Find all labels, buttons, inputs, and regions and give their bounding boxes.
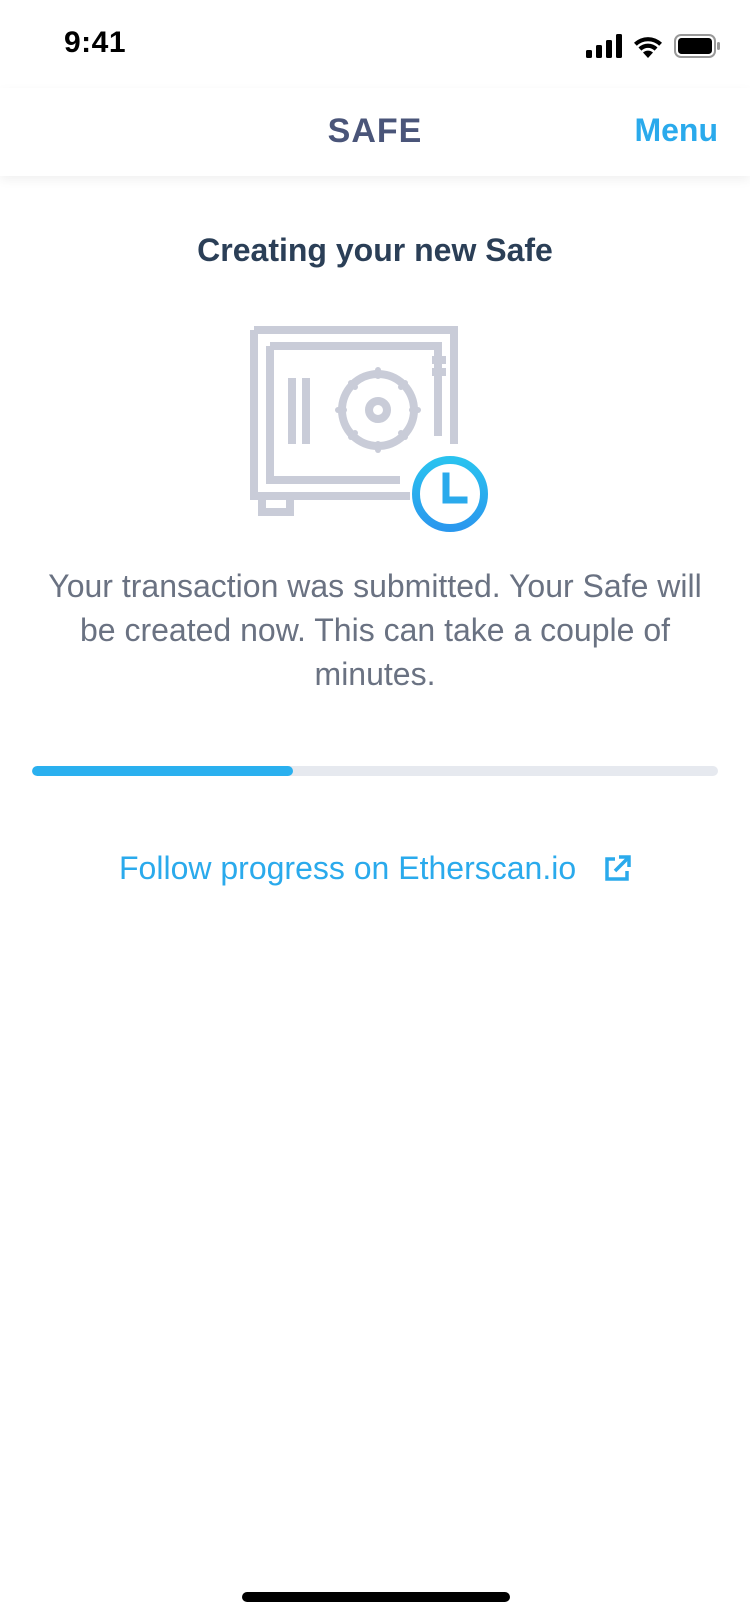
status-time: 9:41 xyxy=(64,26,127,59)
menu-button[interactable]: Menu xyxy=(634,112,718,149)
page-title: Creating your new Safe xyxy=(197,232,553,268)
nav-bar: SAFE Menu xyxy=(0,88,750,176)
etherscan-link-label: Follow progress on Etherscan.io xyxy=(119,850,577,887)
battery-icon xyxy=(674,34,720,58)
screen: 9:41 SAFE Menu Creating your new Safe Yo… xyxy=(0,0,750,1624)
etherscan-link[interactable]: Follow progress on Etherscan.io xyxy=(0,848,750,887)
status-bar: 9:41 xyxy=(0,0,750,88)
home-indicator xyxy=(242,1592,510,1602)
safe-with-clock-icon xyxy=(250,326,488,532)
progress-fill xyxy=(32,766,293,776)
external-link-icon xyxy=(605,854,631,881)
status-icons xyxy=(586,32,720,60)
signal-icon xyxy=(586,34,622,58)
description-text: Your transaction was submitted. Your Saf… xyxy=(48,568,702,692)
progress-bar xyxy=(32,766,718,776)
wifi-icon xyxy=(634,37,662,58)
